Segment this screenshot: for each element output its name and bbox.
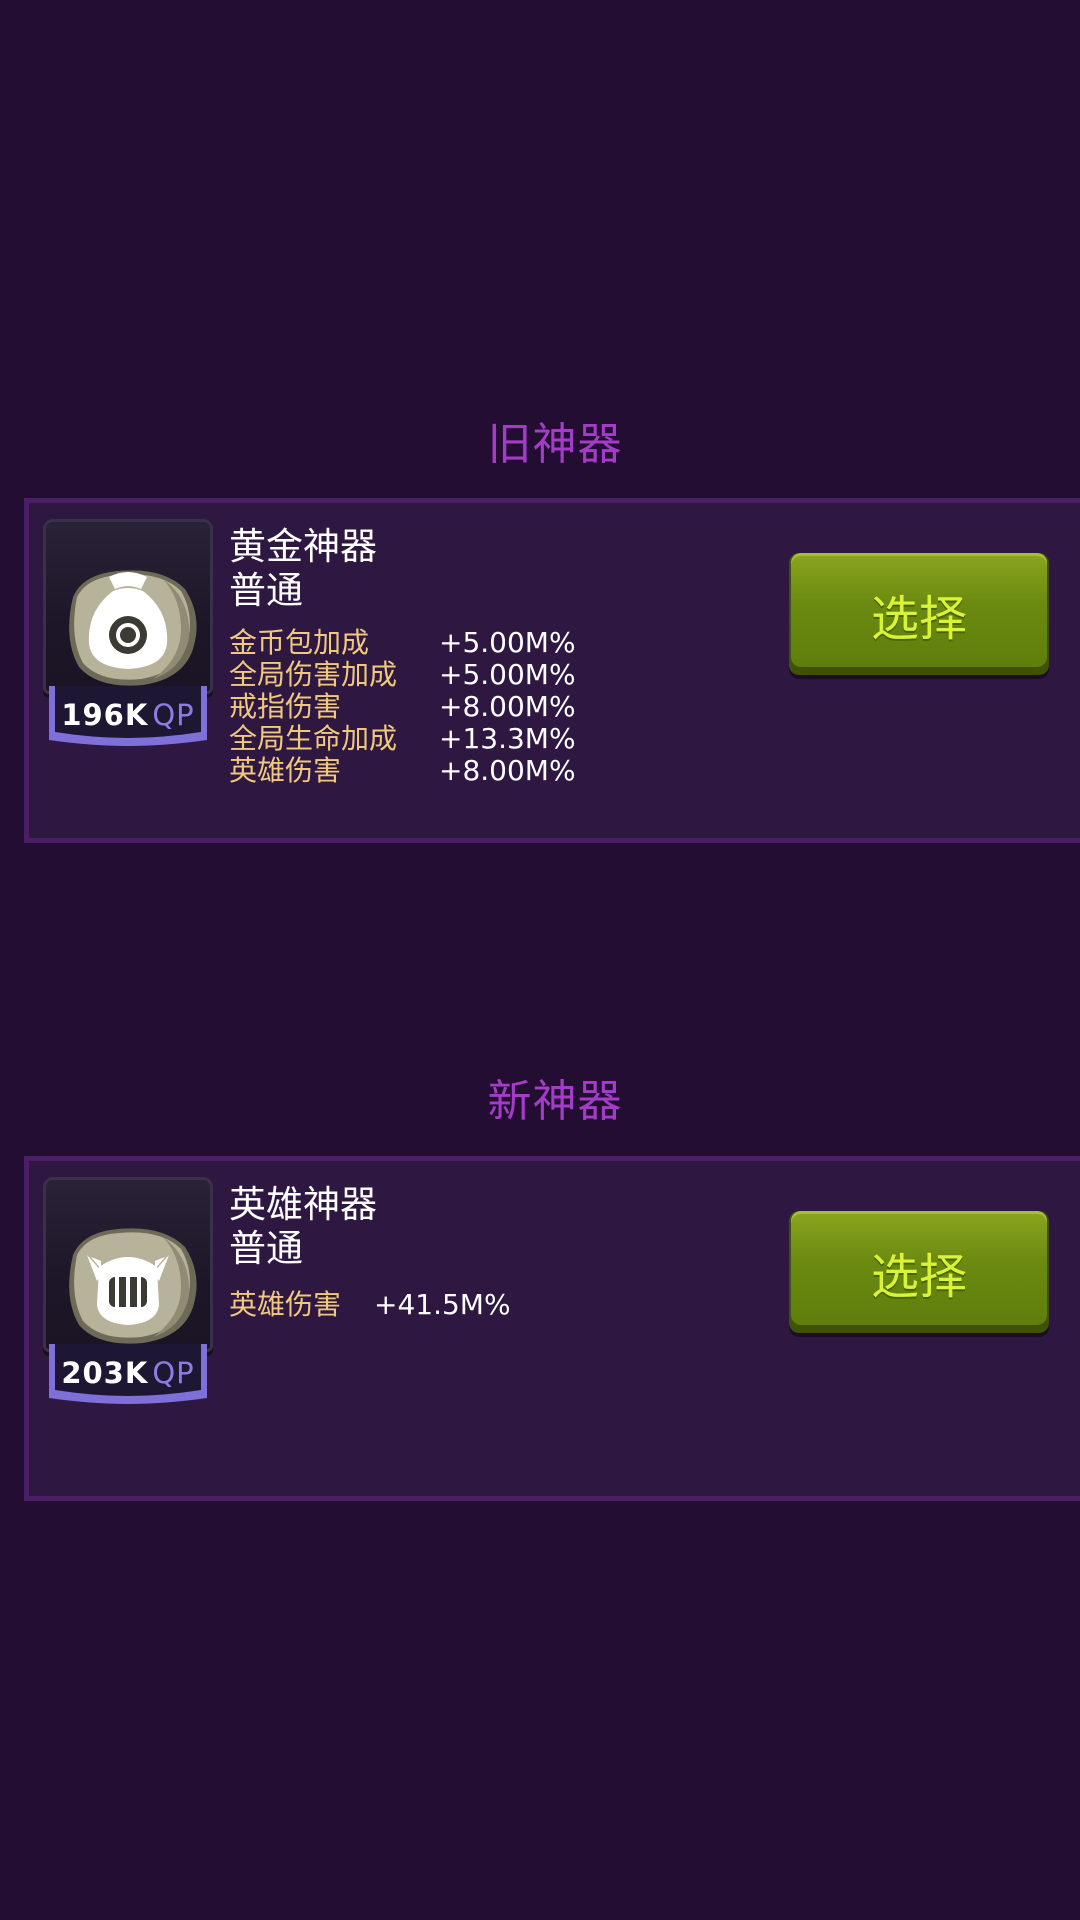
- stat-row: 金币包加成 +5.00M%: [229, 626, 576, 659]
- qp-unit: QP: [152, 1356, 195, 1390]
- stat-label: 戒指伤害: [229, 690, 342, 723]
- artifact-rarity: 普通: [229, 569, 303, 612]
- old-artifact-title: 旧神器: [487, 419, 623, 470]
- stat-label: 英雄伤害: [229, 1288, 342, 1321]
- new-artifact-icon-tile: [43, 1177, 213, 1352]
- old-artifact-icon-frame: 196K QP: [43, 519, 213, 769]
- qp-badge: 203K QP: [45, 1342, 211, 1412]
- select-button-label: 选择: [870, 591, 967, 647]
- stat-label: 全局生命加成: [229, 722, 398, 755]
- qp-badge: 196K QP: [45, 684, 211, 754]
- knight-helmet-icon: [69, 1228, 197, 1344]
- stat-row: 英雄伤害 +8.00M%: [229, 754, 576, 787]
- select-new-artifact-button[interactable]: 选择: [789, 1211, 1049, 1337]
- stat-value: +5.00M%: [439, 626, 576, 659]
- stat-value: +5.00M%: [439, 658, 576, 691]
- stat-label: 全局伤害加成: [229, 658, 398, 691]
- qp-value: 203K: [61, 1356, 149, 1390]
- stat-label: 英雄伤害: [229, 754, 342, 787]
- new-artifact-card: 203K QP 英雄神器 普通 英雄伤害 +41.5M% 选择: [24, 1156, 1080, 1501]
- stat-row: 英雄伤害 +41.5M%: [229, 1288, 511, 1321]
- stat-value: +13.3M%: [439, 722, 576, 755]
- new-artifact-title: 新神器: [487, 1076, 623, 1127]
- artifact-compare-screen: 旧神器 196K QP 黄金神器 普通 金币包加成 +5.00M% 全局伤害加成…: [0, 0, 1080, 1920]
- artifact-stats: 英雄伤害 +41.5M%: [229, 1288, 511, 1321]
- qp-unit: QP: [152, 698, 195, 732]
- old-artifact-card: 196K QP 黄金神器 普通 金币包加成 +5.00M% 全局伤害加成 +5.0…: [24, 498, 1080, 843]
- stat-value: +8.00M%: [439, 690, 576, 723]
- select-button-label: 选择: [870, 1249, 967, 1305]
- stat-label: 金币包加成: [229, 626, 370, 659]
- new-artifact-icon-frame: 203K QP: [43, 1177, 213, 1427]
- artifact-rarity: 普通: [229, 1227, 303, 1270]
- stat-row: 全局生命加成 +13.3M%: [229, 722, 576, 755]
- artifact-name: 黄金神器: [229, 525, 377, 568]
- artifact-name: 英雄神器: [229, 1183, 377, 1226]
- old-artifact-icon-tile: [43, 519, 213, 694]
- qp-value: 196K: [61, 698, 149, 732]
- stat-value: +41.5M%: [374, 1288, 511, 1321]
- stat-row: 戒指伤害 +8.00M%: [229, 690, 576, 723]
- select-old-artifact-button[interactable]: 选择: [789, 553, 1049, 679]
- stat-value: +8.00M%: [439, 754, 576, 787]
- stat-row: 全局伤害加成 +5.00M%: [229, 658, 576, 691]
- gold-bag-icon: [69, 570, 197, 686]
- artifact-stats: 金币包加成 +5.00M% 全局伤害加成 +5.00M% 戒指伤害 +8.00M…: [229, 626, 576, 787]
